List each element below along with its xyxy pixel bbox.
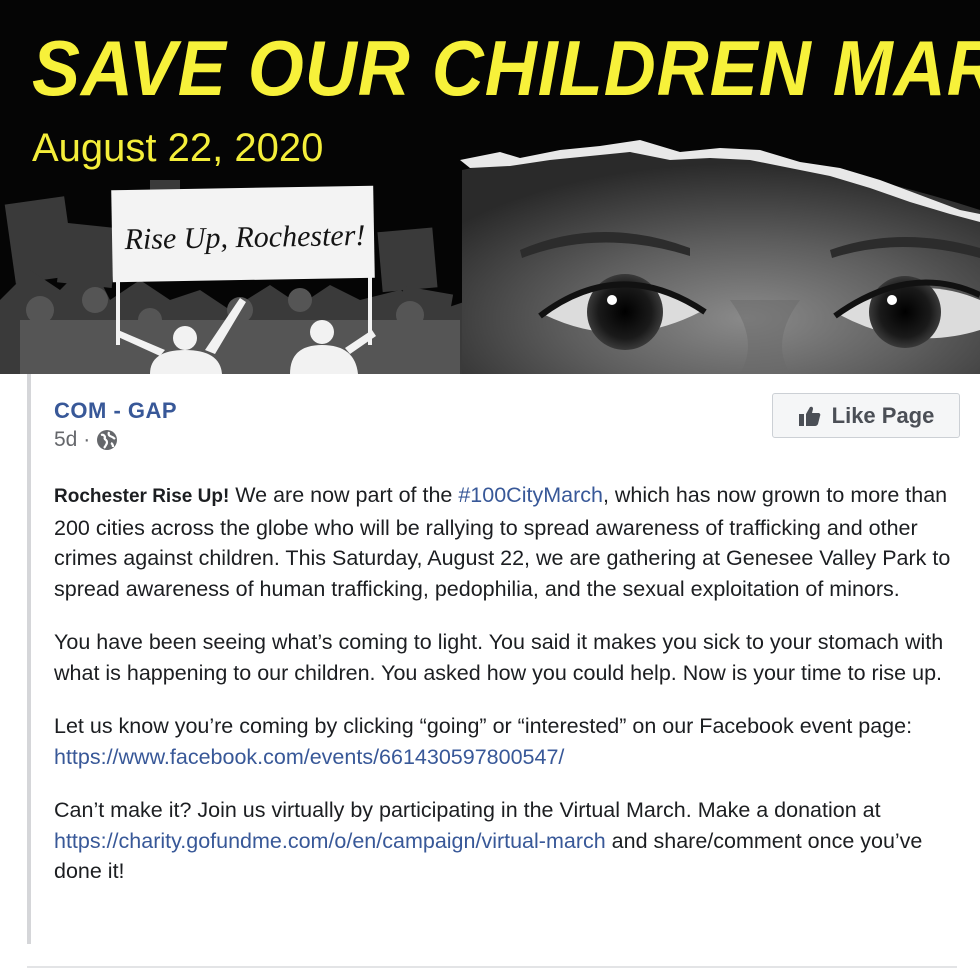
post-body: Rochester Rise Up! We are now part of th… [54,480,964,910]
post-time[interactable]: 5d · [54,428,90,452]
paragraph-4: Can’t make it? Join us virtually by part… [54,795,964,887]
sign-text: Rise Up, Rochester! [124,218,366,257]
facebook-event-link[interactable]: https://www.facebook.com/events/66143059… [54,745,564,769]
banner-date: August 22, 2020 [32,126,324,170]
gofundme-link[interactable]: https://charity.gofundme.com/o/en/campai… [54,829,606,853]
paragraph-1: Rochester Rise Up! We are now part of th… [54,480,964,604]
lead-text: Rochester Rise Up! [54,486,230,507]
child-face-image [460,140,980,374]
divider [27,966,957,968]
like-page-label: Like Page [831,402,935,428]
post-meta: 5d · [54,427,118,453]
thumbs-up-icon [798,406,820,426]
like-page-button[interactable]: Like Page [772,393,960,438]
facebook-post: COM - GAP 5d · Like Page Rochester Rise … [27,374,980,944]
paragraph-2: You have been seeing what’s coming to li… [54,630,944,685]
hashtag-link[interactable]: #100CityMarch [458,483,603,507]
globe-icon [97,430,118,450]
event-banner-image: SAVE OUR CHILDREN MARCH August 22, 2020 … [0,0,980,374]
paragraph-3-text: Let us know you’re coming by clicking “g… [54,714,913,738]
page-name-link[interactable]: COM - GAP [54,398,177,424]
paragraph-1-text-a: We are now part of the [229,483,459,507]
paragraph-4-text-a: Can’t make it? Join us virtually by part… [54,798,881,822]
paragraph-3: Let us know you’re coming by clicking “g… [54,711,964,772]
banner-title: SAVE OUR CHILDREN MARCH [32,26,980,113]
